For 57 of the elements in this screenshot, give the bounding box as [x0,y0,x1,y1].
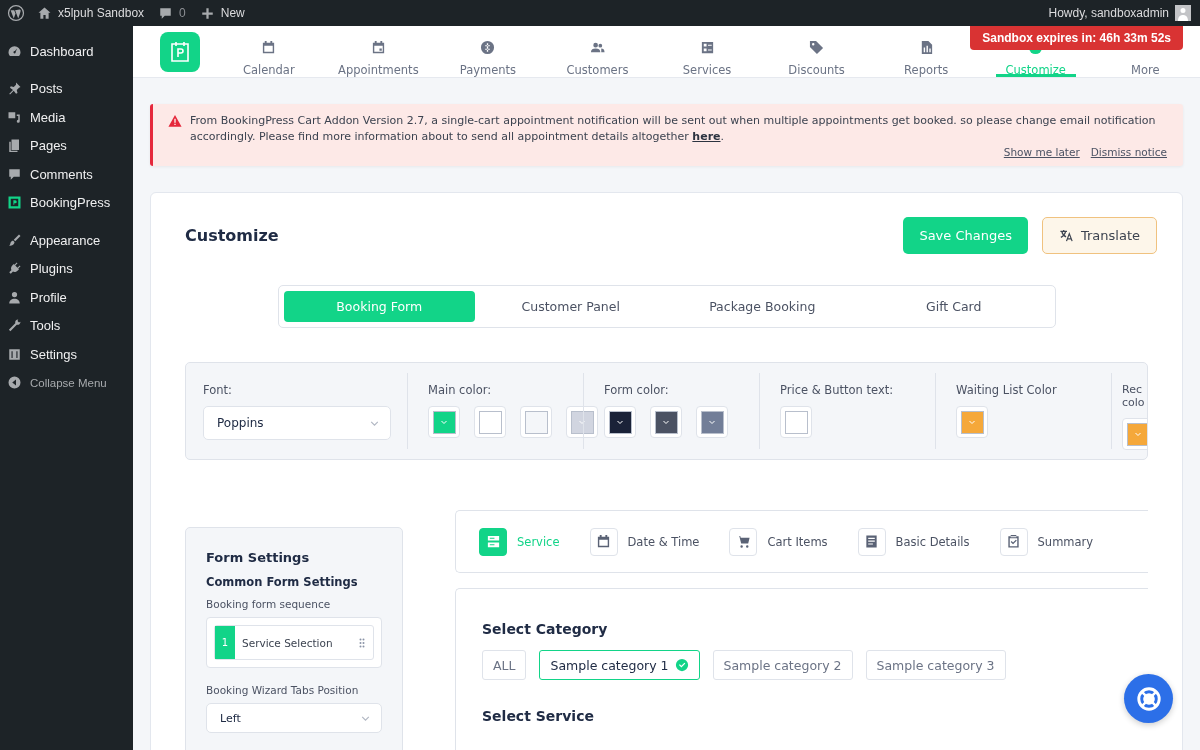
here-link[interactable]: here [692,129,721,143]
category-chip[interactable]: Sample category 2 [712,650,853,680]
translate-button[interactable]: Translate [1041,217,1157,254]
section-subtitle: Common Form Settings [206,575,359,589]
sidebar-item[interactable]: Appearance [0,226,133,255]
nav-tab[interactable]: Services [652,26,762,77]
sidebar-item[interactable]: Comments [0,160,133,189]
sidebar-item[interactable]: Pages [0,131,133,160]
sidebar-item[interactable]: Tools [0,311,133,340]
font-select[interactable]: Poppins [203,406,391,440]
nav-tab[interactable]: Discounts [761,26,872,77]
sidebar-item[interactable]: Plugins [0,254,133,283]
tabs-position-select[interactable]: Left [206,703,382,733]
category-chip[interactable]: Sample category 1 [539,650,700,680]
category-chip[interactable]: ALL [482,650,527,680]
field-label: Booking form sequence [206,598,332,610]
sequence-number: 1 [215,626,235,659]
nav-tab[interactable]: Appointments [323,26,434,77]
booking-step[interactable]: Basic Details [857,527,970,556]
sidebar-item[interactable]: BookingPress [0,188,133,217]
color-group-label: Main color: [428,383,493,397]
section-title: Select Service [482,708,595,724]
sequence-item[interactable]: 1 Service Selection [214,625,374,660]
new-link[interactable]: New [220,6,245,20]
nav-tab[interactable]: Payments [433,26,543,77]
field-label: Booking Wizard Tabs Position [206,684,360,696]
page-title: Customize [185,226,280,245]
sidebar-item[interactable]: Dashboard [0,37,133,66]
booking-step[interactable]: Cart Items [729,527,828,556]
nav-tab[interactable]: Customers [542,26,653,77]
collapse-menu-button[interactable]: Collapse Menu [0,368,133,397]
sidebar-item[interactable]: Settings [0,340,133,369]
sidebar-item[interactable]: Profile [0,283,133,312]
site-name-link[interactable]: x5lpuh Sandbox [58,6,145,20]
color-group-label: Waiting List Color [956,383,1058,397]
category-chip[interactable]: Sample category 3 [865,650,1006,680]
comment-count: 0 [179,6,186,20]
notice-action-link[interactable]: Show me later [1003,146,1080,158]
section-title: Select Category [482,621,609,637]
notice-action-link[interactable]: Dismiss notice [1090,146,1167,158]
form-type-tab[interactable]: Customer Panel [475,291,667,322]
greeting-link[interactable]: Howdy, sandboxadmin [1048,6,1169,20]
booking-step[interactable]: Date & Time [589,527,700,556]
nav-tab[interactable]: Calendar [214,26,324,77]
sequence-label: Service Selection [241,636,334,649]
color-group-label: Price & Button text: [780,383,895,397]
booking-step[interactable]: Summary [999,527,1094,556]
sidebar-item[interactable]: Media [0,103,133,132]
section-title: Form Settings [206,550,311,565]
color-group-label: Rec colo [1122,383,1145,409]
sidebar-item[interactable]: Posts [0,74,133,103]
sandbox-expiry-toast: Sandbox expires in: 46h 33m 52s [970,26,1183,50]
color-group-label: Form color: [604,383,670,397]
notice-text: From BookingPress Cart Addon Version 2.7, a single-cart appointment notification will be sent out when multiple appointments get booked. so please change email notification accordingly. Please find more information about to send all appointment details altogether here. [190,113,1157,144]
form-type-tab[interactable]: Package Booking [666,291,858,322]
form-type-tab[interactable]: Gift Card [858,291,1050,322]
font-label: Font: [203,383,233,397]
